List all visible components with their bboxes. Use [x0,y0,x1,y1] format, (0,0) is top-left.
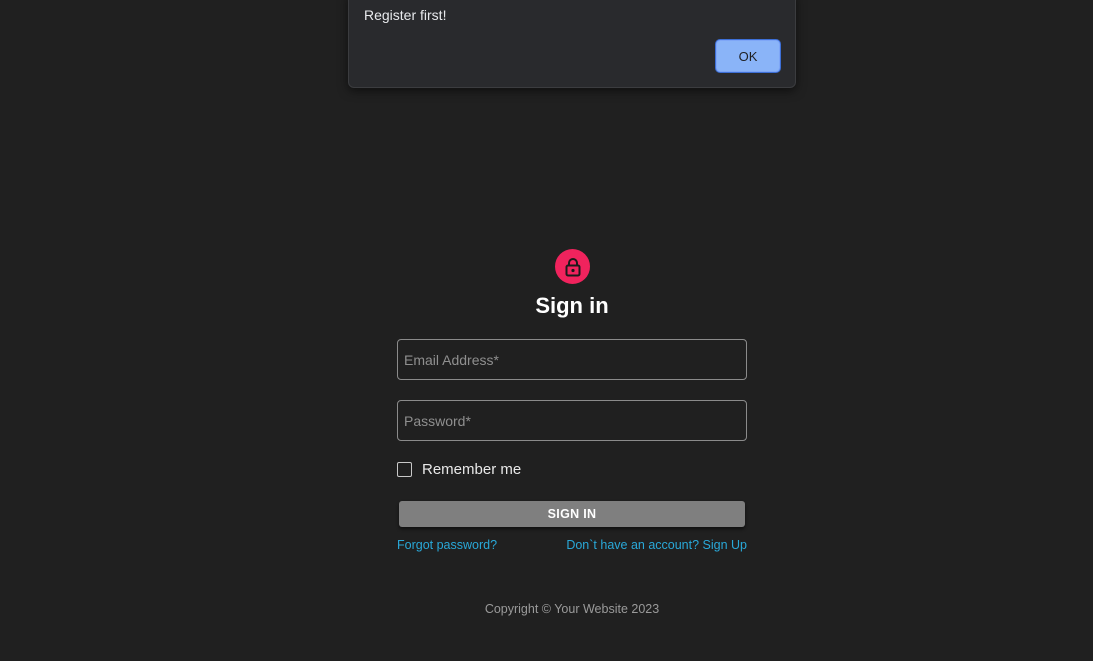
remember-me-option[interactable]: Remember me [397,460,521,478]
forgot-password-link[interactable]: Forgot password? [397,538,497,552]
remember-me-label: Remember me [422,460,522,478]
page-title: Sign in [535,293,609,318]
alert-message: Register first! [364,7,447,23]
sign-in-button[interactable]: SIGN IN [399,501,745,527]
remember-me-checkbox[interactable] [397,461,412,477]
email-field[interactable] [397,339,747,380]
alert-ok-button[interactable]: OK [716,40,780,72]
password-field[interactable] [397,400,747,441]
lock-icon [565,257,580,276]
alert-dialog: Register first! OK [348,0,796,88]
sign-up-link[interactable]: Don`t have an account? Sign Up [566,538,747,552]
copyright-text: Copyright © Your Website 2023 [484,602,660,616]
lock-avatar [555,249,590,284]
